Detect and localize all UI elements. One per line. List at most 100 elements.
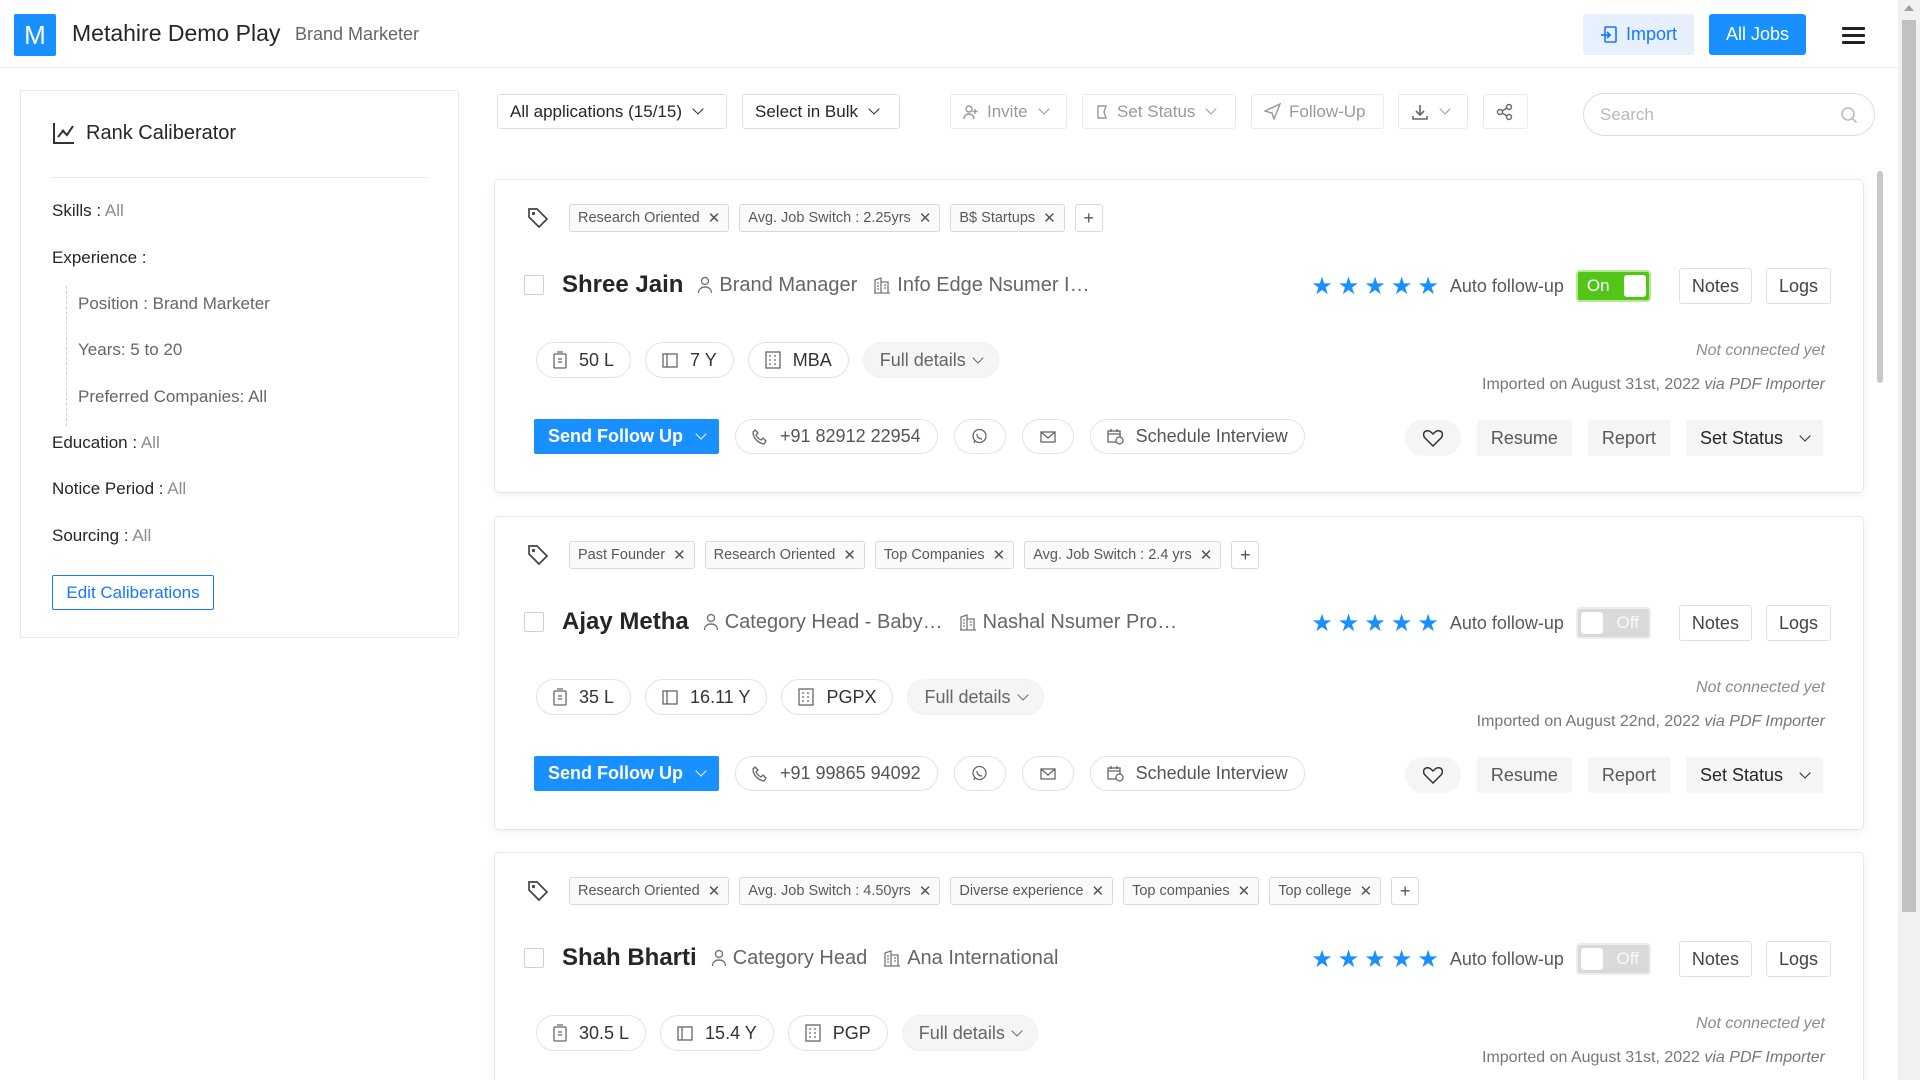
auto-followup-toggle[interactable]: On bbox=[1575, 270, 1651, 302]
add-tag-button[interactable]: + bbox=[1074, 204, 1103, 232]
remove-tag-icon[interactable]: ✕ bbox=[708, 882, 721, 900]
set-status-button[interactable]: Set Status bbox=[1685, 420, 1823, 456]
imported-info: Imported on August 31st, 2022 via PDF Im… bbox=[1482, 376, 1825, 394]
all-applications-dropdown[interactable]: All applications (15/15) bbox=[497, 94, 727, 129]
remove-tag-icon[interactable]: ✕ bbox=[1238, 882, 1251, 900]
tag-label: Diverse experience bbox=[959, 883, 1084, 899]
degree-value: PGPX bbox=[826, 686, 877, 707]
candidate-controls: ★★★★★ Auto follow-up Off Notes Logs bbox=[1311, 605, 1831, 641]
tag: Past Founder ✕ bbox=[569, 541, 695, 569]
rating-stars[interactable]: ★★★★★ bbox=[1311, 272, 1444, 301]
favorite-button[interactable] bbox=[1404, 757, 1461, 793]
calendar-icon bbox=[662, 353, 678, 368]
action-row: Send Follow Up +91 82912 22954 Schedule … bbox=[534, 419, 1305, 454]
invite-dropdown[interactable]: Invite bbox=[950, 94, 1067, 129]
edit-calibrations-button[interactable]: Edit Caliberations bbox=[52, 575, 214, 610]
schedule-interview-button[interactable]: Schedule Interview bbox=[1089, 756, 1305, 791]
send-follow-up-button[interactable]: Send Follow Up bbox=[534, 419, 719, 454]
logs-button[interactable]: Logs bbox=[1765, 605, 1831, 641]
search-box[interactable] bbox=[1583, 93, 1875, 136]
phone-button[interactable]: +91 82912 22954 bbox=[735, 419, 938, 454]
remove-tag-icon[interactable]: ✕ bbox=[1200, 546, 1213, 564]
favorite-button[interactable] bbox=[1404, 420, 1461, 456]
page-scrollbar[interactable] bbox=[1898, 0, 1920, 1080]
select-checkbox[interactable] bbox=[524, 948, 544, 968]
rank-calibrator-panel: Rank Caliberator Skills : All Experience… bbox=[20, 90, 459, 638]
rating-stars[interactable]: ★★★★★ bbox=[1311, 945, 1444, 974]
set-status-label: Set Status bbox=[1117, 101, 1196, 121]
hamburger-icon[interactable] bbox=[1842, 27, 1865, 45]
send-follow-up-button[interactable]: Send Follow Up bbox=[534, 756, 719, 791]
tag-label: Top Companies bbox=[883, 547, 985, 563]
tag-label: B$ Startups bbox=[959, 210, 1036, 226]
search-icon[interactable] bbox=[1840, 106, 1858, 124]
tag: Top college ✕ bbox=[1269, 877, 1382, 905]
role-label: Category Head bbox=[732, 946, 868, 969]
resume-button[interactable]: Resume bbox=[1476, 420, 1572, 456]
rating-stars[interactable]: ★★★★★ bbox=[1311, 609, 1444, 638]
select-checkbox[interactable] bbox=[524, 275, 544, 295]
remove-tag-icon[interactable]: ✕ bbox=[708, 209, 721, 227]
add-tag-button[interactable]: + bbox=[1391, 877, 1420, 905]
select-in-bulk-dropdown[interactable]: Select in Bulk bbox=[742, 94, 900, 129]
scroll-up-arrow-icon[interactable] bbox=[1904, 5, 1914, 11]
remove-tag-icon[interactable]: ✕ bbox=[673, 546, 686, 564]
auto-followup-toggle[interactable]: Off bbox=[1575, 607, 1651, 639]
select-checkbox[interactable] bbox=[524, 612, 544, 632]
notes-button[interactable]: Notes bbox=[1678, 605, 1752, 641]
whatsapp-button[interactable] bbox=[953, 756, 1006, 791]
app-logo[interactable]: M bbox=[14, 14, 56, 56]
auto-followup-toggle[interactable]: Off bbox=[1575, 943, 1651, 975]
full-details-button[interactable]: Full details bbox=[901, 1015, 1038, 1051]
schedule-interview-button[interactable]: Schedule Interview bbox=[1089, 419, 1305, 454]
report-button[interactable]: Report bbox=[1587, 420, 1670, 456]
full-details-button[interactable]: Full details bbox=[862, 342, 999, 378]
import-button[interactable]: Import bbox=[1583, 14, 1694, 55]
report-button[interactable]: Report bbox=[1587, 757, 1670, 793]
scrollbar-thumb[interactable] bbox=[1902, 20, 1916, 912]
remove-tag-icon[interactable]: ✕ bbox=[1092, 882, 1105, 900]
phone-button[interactable]: +91 99865 94092 bbox=[735, 756, 938, 791]
download-dropdown[interactable] bbox=[1398, 94, 1468, 129]
chart-icon bbox=[53, 123, 74, 144]
remove-tag-icon[interactable]: ✕ bbox=[919, 882, 932, 900]
notes-button[interactable]: Notes bbox=[1678, 941, 1752, 977]
remove-tag-icon[interactable]: ✕ bbox=[1360, 882, 1373, 900]
email-button[interactable] bbox=[1021, 756, 1074, 791]
share-button[interactable] bbox=[1483, 94, 1528, 129]
experience-value: 16.11 Y bbox=[690, 686, 751, 707]
remove-tag-icon[interactable]: ✕ bbox=[1043, 209, 1056, 227]
remove-tag-icon[interactable]: ✕ bbox=[919, 209, 932, 227]
tag: Research Oriented ✕ bbox=[569, 204, 730, 232]
whatsapp-button[interactable] bbox=[953, 419, 1006, 454]
list-scrollbar-thumb[interactable] bbox=[1877, 171, 1883, 383]
all-jobs-button[interactable]: All Jobs bbox=[1709, 14, 1806, 55]
candidate-name[interactable]: Ajay Metha bbox=[562, 608, 689, 636]
candidate-name[interactable]: Shah Bharti bbox=[562, 944, 697, 972]
import-label: Import bbox=[1625, 24, 1677, 44]
add-tag-button[interactable]: + bbox=[1231, 541, 1260, 569]
logs-button[interactable]: Logs bbox=[1765, 268, 1831, 304]
full-details-button[interactable]: Full details bbox=[907, 679, 1044, 715]
tag-icon bbox=[528, 545, 549, 566]
resume-button[interactable]: Resume bbox=[1476, 757, 1572, 793]
chevron-down-icon bbox=[972, 351, 984, 364]
notice-period-row: Notice Period : All bbox=[52, 479, 186, 499]
candidate-name[interactable]: Shree Jain bbox=[562, 271, 683, 299]
email-button[interactable] bbox=[1021, 419, 1074, 454]
notes-button[interactable]: Notes bbox=[1678, 268, 1752, 304]
remove-tag-icon[interactable]: ✕ bbox=[993, 546, 1006, 564]
logs-button[interactable]: Logs bbox=[1765, 941, 1831, 977]
candidate-card: Research Oriented ✕ Avg. Job Switch : 2.2… bbox=[495, 180, 1863, 492]
connection-status: Not connected yet Imported on August 22n… bbox=[1477, 679, 1825, 731]
set-status-dropdown[interactable]: Set Status bbox=[1082, 94, 1236, 129]
set-status-button[interactable]: Set Status bbox=[1685, 757, 1823, 793]
search-input[interactable] bbox=[1600, 104, 1820, 125]
toggle-state: Off bbox=[1616, 949, 1639, 968]
person-icon bbox=[703, 613, 718, 631]
follow-up-button[interactable]: Follow-Up bbox=[1251, 94, 1384, 129]
tag: Avg. Job Switch : 2.4 yrs ✕ bbox=[1024, 541, 1222, 569]
chevron-down-icon bbox=[695, 428, 707, 440]
tag-label: Top college bbox=[1278, 883, 1352, 899]
remove-tag-icon[interactable]: ✕ bbox=[843, 546, 856, 564]
